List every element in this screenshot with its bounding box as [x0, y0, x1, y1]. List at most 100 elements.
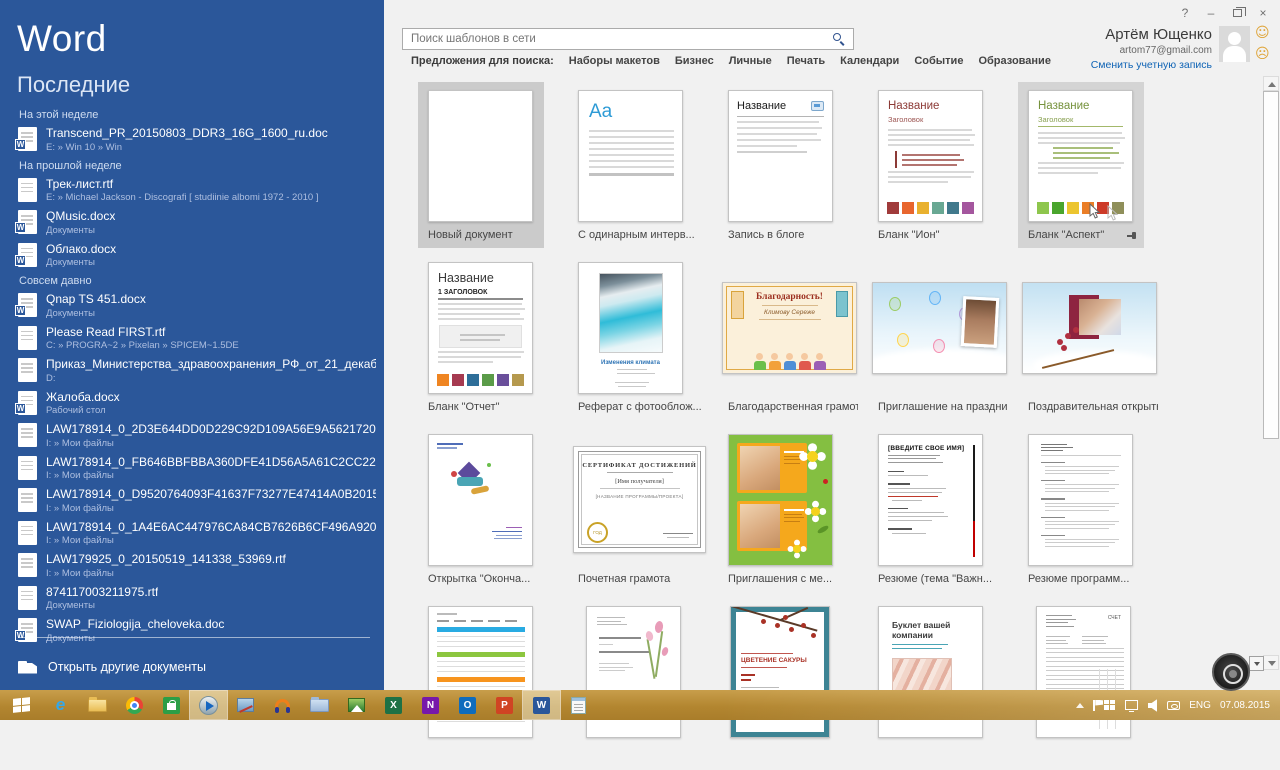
taskbar-media-player[interactable] — [190, 691, 227, 719]
taskbar-excel[interactable]: X — [375, 691, 412, 719]
recent-file-item[interactable]: LAW178914_0_D9520764093F41637F73277E4741… — [18, 487, 376, 514]
template-card-photocover[interactable]: Изменения климатаРеферат с фотооблож... — [566, 254, 716, 426]
template-card-resume2[interactable]: Резюме программ... — [1016, 426, 1166, 598]
template-card-blog[interactable]: НазваниеЗапись в блоге — [716, 82, 866, 254]
recent-file-item[interactable]: LAW178914_0_FB646BBFBBA360DFE41D56A5A61C… — [18, 455, 376, 482]
template-card-greeting[interactable]: Поздравительная открытка с... — [1016, 254, 1166, 426]
search-input[interactable] — [402, 28, 854, 50]
open-other-label: Открыть другие документы — [48, 660, 206, 674]
template-card-sakura[interactable]: ЦВЕТЕНИЕ САКУРЫ — [716, 598, 866, 770]
template-card-schedule[interactable] — [416, 598, 566, 770]
network-icon[interactable] — [1167, 701, 1180, 710]
taskbar-photo-viewer[interactable] — [227, 691, 264, 719]
recent-file-item[interactable]: WОблако.docxДокументы — [18, 242, 376, 269]
recent-file-item[interactable]: WQMusic.docxДокументы — [18, 209, 376, 236]
scroll-down-arrow[interactable] — [1263, 655, 1279, 670]
scroll-up-arrow[interactable] — [1263, 76, 1279, 91]
recent-file-item[interactable]: WQnap TS 451.docxДокументы — [18, 292, 376, 319]
template-card-resume1[interactable]: [ВВЕДИТЕ СВОЕ ИМЯ]Резюме (тема "Важн... — [866, 426, 1016, 598]
template-card-report[interactable]: Название1 ЗАГОЛОВОКБланк "Отчет" — [416, 254, 566, 426]
template-search — [402, 28, 854, 50]
taskbar-chrome[interactable] — [116, 691, 153, 719]
recent-file-name: Qnap TS 451.docx — [46, 292, 146, 306]
search-button[interactable] — [825, 29, 853, 49]
taskbar-powerpoint[interactable]: P — [486, 691, 523, 719]
switch-account-link[interactable]: Сменить учетную запись — [1091, 59, 1212, 71]
pin-icon[interactable] — [1127, 231, 1137, 241]
recent-file-path: E: » Win 10 » Win — [46, 142, 328, 153]
recent-file-item[interactable]: 874117003211975.rtfДокументы — [18, 585, 376, 612]
template-card-babyinvite[interactable]: Приглашения с ме... — [716, 426, 866, 598]
template-card-gratitude[interactable]: Благодарность!Климову СережеБлагодарстве… — [716, 254, 866, 426]
taskbar-audio-player[interactable] — [264, 691, 301, 719]
more-options-dropdown[interactable] — [1249, 656, 1264, 671]
taskbar-file-explorer[interactable] — [79, 691, 116, 719]
template-card-single[interactable]: AaС одинарным интерв... — [566, 82, 716, 254]
recent-file-path: C: » PROGRA~2 » Pixelan » SPICEM~1.5DE — [46, 340, 239, 351]
taskbar-internet-explorer[interactable]: e — [42, 691, 79, 719]
template-label: Бланк "Ион" — [878, 229, 1008, 241]
start-button[interactable] — [0, 690, 42, 720]
template-card-ion[interactable]: НазваниеЗаголовокБланк "Ион" — [866, 82, 1016, 254]
help-button[interactable]: ? — [1174, 3, 1196, 22]
display-icon[interactable] — [1125, 700, 1138, 710]
recent-file-item[interactable]: WTranscend_PR_20150803_DDR3_16G_1600_ru.… — [18, 126, 376, 153]
suggestion-link[interactable]: Наборы макетов — [569, 55, 660, 67]
hidden-icons-expander[interactable] — [1076, 703, 1084, 708]
blossom — [1073, 327, 1079, 333]
restore-button[interactable] — [1226, 3, 1248, 22]
taskbar-onenote[interactable]: N — [412, 691, 449, 719]
template-card-gradcard[interactable]: Открытка "Оконча... — [416, 426, 566, 598]
template-card-certificate[interactable]: СЕРТИФИКАТ ДОСТИЖЕНИЙ[Имя получателя][НА… — [566, 426, 716, 598]
template-card-party[interactable]: Приглашение на праздник с... — [866, 254, 1016, 426]
taskbar-image-editor[interactable] — [338, 691, 375, 719]
taskbar-folder-blue[interactable] — [301, 691, 338, 719]
template-card-invoice[interactable]: СЧЕТ — [1016, 598, 1166, 770]
scrollbar[interactable] — [1263, 76, 1279, 670]
windows-tray-icon[interactable] — [1104, 700, 1116, 711]
suggestion-link[interactable]: Бизнес — [675, 55, 714, 67]
sad-smiley-icon[interactable]: ☹ — [1255, 47, 1270, 62]
recent-file-item[interactable]: LAW178914_0_1A4E6AC447976CA84CB7626B6CF4… — [18, 520, 376, 547]
suggestion-link[interactable]: Печать — [787, 55, 825, 67]
template-card-blank[interactable]: Новый документ — [416, 82, 566, 254]
happy-smiley-icon[interactable]: ☺ — [1255, 26, 1270, 41]
word-doc-icon: W — [18, 243, 37, 267]
scrollbar-thumb[interactable] — [1263, 91, 1279, 439]
recent-file-item[interactable]: LAW178914_0_2D3E644DD0D229C92D109A56E9A5… — [18, 422, 376, 449]
balloon — [897, 333, 909, 347]
language-indicator[interactable]: ENG — [1189, 700, 1211, 711]
suggestion-link[interactable]: Образование — [978, 55, 1051, 67]
seal-text: ГОД — [593, 530, 602, 535]
doc-icon — [18, 423, 37, 447]
recent-file-name: SWAP_Fiziologija_cheloveka.doc — [46, 617, 224, 631]
thumb-title: Название — [438, 271, 532, 285]
close-button[interactable]: × — [1252, 3, 1274, 22]
template-card-booklet[interactable]: Буклет вашей компании — [866, 598, 1016, 770]
suggestion-link[interactable]: Личные — [729, 55, 772, 67]
suggestion-link[interactable]: Календари — [840, 55, 899, 67]
recent-file-item[interactable]: WSWAP_Fiziologija_cheloveka.docДокументы — [18, 617, 376, 644]
recent-file-item[interactable]: Please Read FIRST.rtfC: » PROGRA~2 » Pix… — [18, 325, 376, 352]
recent-file-item[interactable]: LAW179925_0_20150519_141338_53969.rtfI: … — [18, 552, 376, 579]
screen-recorder-badge[interactable] — [1212, 653, 1250, 691]
template-card-wedding[interactable] — [566, 598, 716, 770]
volume-icon[interactable] — [1148, 699, 1157, 712]
taskbar-notepad[interactable] — [560, 691, 597, 719]
suggestion-link[interactable]: Событие — [914, 55, 963, 67]
open-other-documents-button[interactable]: Открыть другие документы — [18, 660, 206, 674]
clock-date[interactable]: 07.08.2015 — [1220, 700, 1270, 711]
doc-icon — [18, 326, 37, 350]
taskbar-word[interactable]: W — [523, 691, 560, 719]
action-center-flag-icon[interactable] — [1093, 700, 1095, 711]
template-card-aspect[interactable]: НазваниеЗаголовокБланк "Аспект" — [1016, 82, 1166, 254]
taskbar-outlook[interactable]: O — [449, 691, 486, 719]
taskbar-windows-store[interactable] — [153, 691, 190, 719]
minimize-button[interactable]: – — [1200, 3, 1222, 22]
account-name: Артём Ющенко — [1091, 26, 1212, 43]
balloon — [889, 297, 901, 311]
recent-file-item[interactable]: WЖалоба.docxРабочий стол — [18, 390, 376, 417]
recent-file-item[interactable]: Приказ_Министерства_здравоохранения_РФ_о… — [18, 357, 376, 384]
recent-file-item[interactable]: Трек-лист.rtfE: » Michael Jackson - Disc… — [18, 177, 376, 204]
avatar[interactable] — [1219, 26, 1250, 62]
